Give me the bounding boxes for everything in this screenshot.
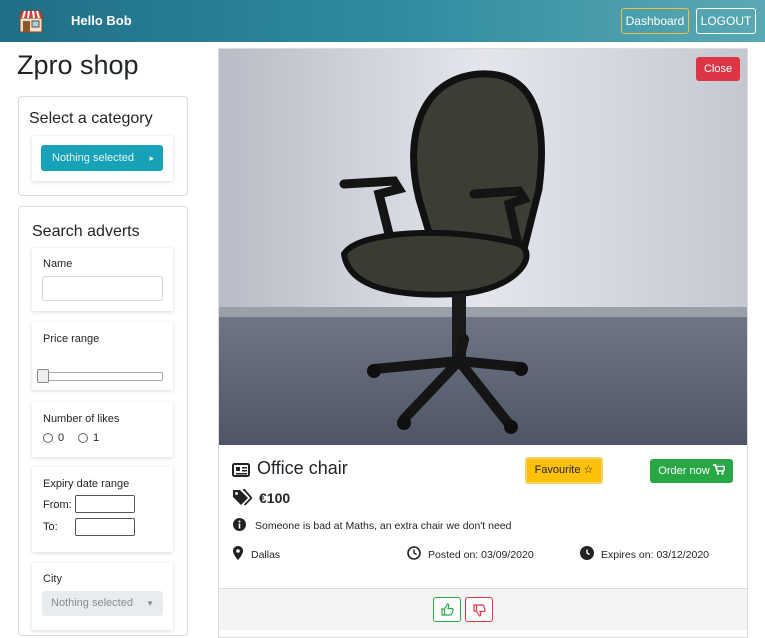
favourite-label: Favourite: [534, 464, 581, 476]
price-label: Price range: [43, 333, 100, 345]
logout-button[interactable]: LOGOUT: [696, 8, 756, 34]
name-input[interactable]: [42, 276, 163, 301]
newspaper-icon: [232, 463, 250, 477]
advert-title: Office chair: [257, 458, 348, 478]
shop-icon[interactable]: [18, 9, 44, 33]
search-heading: Search adverts: [32, 223, 140, 240]
dashboard-button[interactable]: Dashboard: [621, 8, 689, 34]
map-marker-icon: [233, 546, 243, 560]
order-now-button[interactable]: Order now: [650, 459, 733, 483]
tags-icon: [233, 489, 252, 506]
city-label: City: [43, 573, 62, 585]
cart-icon: [712, 464, 726, 475]
advert-price: €100: [259, 490, 291, 506]
chevron-right-icon: ▸: [149, 153, 154, 163]
star-icon: ☆: [583, 464, 594, 476]
clock-icon: [580, 546, 594, 560]
close-button[interactable]: Close: [696, 57, 740, 81]
thumbs-up-icon: [441, 603, 454, 616]
caret-down-icon: ▼: [146, 599, 154, 608]
expiry-date: Expires on: 03/12/2020: [601, 549, 709, 561]
likes-filter-box: [32, 402, 173, 457]
from-date-input[interactable]: [75, 495, 135, 513]
from-label: From:: [43, 499, 72, 511]
price-range-slider[interactable]: [39, 372, 163, 381]
order-label: Order now: [658, 465, 710, 477]
posted-date: Posted on: 03/09/2020: [428, 549, 534, 561]
category-select[interactable]: Nothing selected ▸: [41, 145, 163, 171]
city-select[interactable]: Nothing selected ▼: [42, 591, 163, 616]
thumbs-down-icon: [473, 604, 486, 617]
greeting-text: Hello Bob: [71, 13, 132, 28]
to-label: To:: [43, 521, 58, 533]
likes-label: Number of likes: [43, 413, 120, 425]
price-range-handle[interactable]: [37, 369, 49, 383]
advert-location: Dallas: [251, 549, 281, 561]
likes-radio-0[interactable]: [43, 433, 53, 443]
clock-icon: [407, 546, 421, 560]
category-select-value: Nothing selected: [52, 152, 134, 164]
city-select-value: Nothing selected: [51, 597, 133, 609]
to-date-input[interactable]: [75, 518, 135, 536]
favourite-button[interactable]: Favourite ☆: [525, 457, 603, 484]
likes-option-1: 1: [93, 432, 100, 444]
like-button[interactable]: [433, 597, 461, 622]
top-navbar: Hello Bob Dashboard LOGOUT: [0, 0, 765, 42]
likes-radio-1[interactable]: [78, 433, 88, 443]
product-image: [219, 49, 747, 445]
advert-description: Someone is bad at Maths, an extra chair …: [255, 520, 512, 532]
shop-title: Zpro shop: [17, 50, 139, 80]
expiry-label: Expiry date range: [43, 478, 130, 490]
name-label: Name: [43, 258, 73, 270]
info-icon: [233, 518, 246, 531]
likes-option-0: 0: [58, 432, 65, 444]
category-heading: Select a category: [29, 110, 153, 127]
dislike-button[interactable]: [465, 597, 493, 622]
